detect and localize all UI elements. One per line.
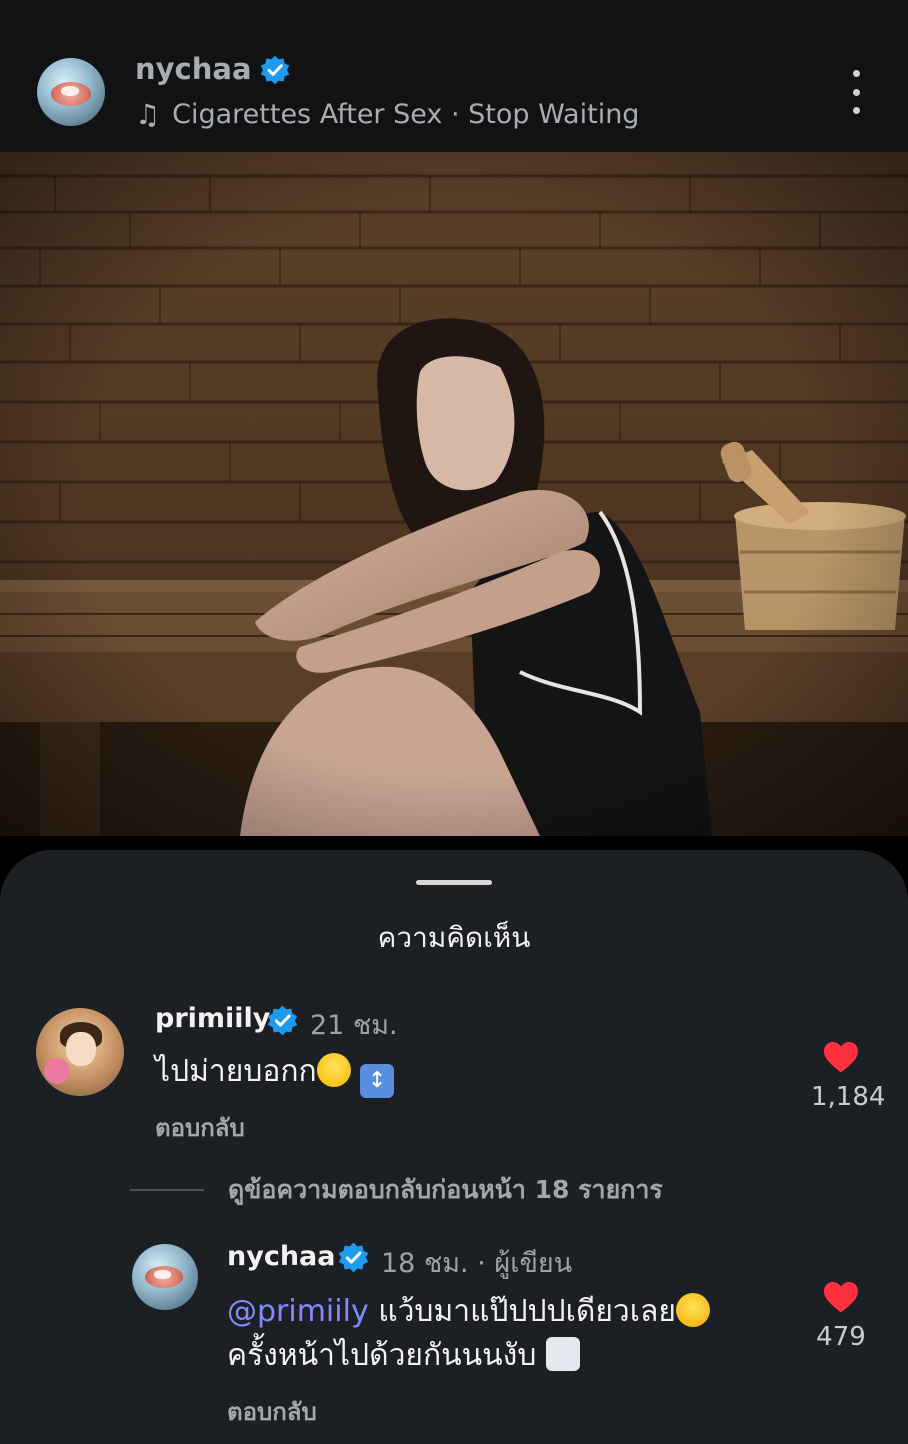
- commenter-avatar[interactable]: [36, 1008, 124, 1096]
- verified-badge-icon: [338, 1242, 369, 1273]
- reply-text-line1: แว้บมาแป๊ปปปเดียวเลย: [378, 1294, 676, 1329]
- post-author-username[interactable]: nychaa: [135, 52, 252, 86]
- reply-author-avatar[interactable]: [132, 1244, 198, 1310]
- sauna-photo-illustration: [0, 152, 908, 836]
- post-photo[interactable]: [0, 152, 908, 836]
- comment-timestamp: 21 ชม.: [310, 1010, 398, 1041]
- verified-badge-icon: [260, 55, 290, 85]
- reply-meta: 18 ชม. · ผู้เขียน: [381, 1248, 573, 1279]
- reply-button[interactable]: ตอบกลับ: [227, 1392, 317, 1431]
- heart-filled-icon: [824, 1041, 858, 1073]
- comment-text-body: ไปม่ายบอกก: [155, 1054, 317, 1089]
- more-vertical-icon: [852, 70, 860, 77]
- heart-filled-icon: [824, 1281, 858, 1313]
- comment-username[interactable]: primiily: [155, 1003, 270, 1034]
- view-previous-replies[interactable]: ดูข้อความตอบกลับก่อนหน้า 18 รายการ: [130, 1170, 663, 1210]
- more-options-button[interactable]: [846, 70, 866, 114]
- mention-link[interactable]: @primiily: [227, 1294, 369, 1329]
- comments-sheet: ความคิดเห็น primiily 21 ชม. ไปม่ายบอกก ↕…: [0, 850, 908, 1444]
- reply-button[interactable]: ตอบกลับ: [155, 1108, 245, 1147]
- comment-text: ไปม่ายบอกก ↕: [155, 1050, 395, 1098]
- like-button[interactable]: 479: [811, 1280, 871, 1352]
- smile-emoji-icon: [316, 1053, 351, 1087]
- comments-title: ความคิดเห็น: [377, 921, 531, 954]
- audio-track-link[interactable]: ♫ Cigarettes After Sex · Stop Waiting: [135, 98, 639, 131]
- reply-text-line2: ครั้งหน้าไปด้วยกันนนงับ: [227, 1338, 537, 1373]
- profile-avatar[interactable]: [37, 58, 105, 126]
- like-count: 1,184: [811, 1082, 886, 1112]
- like-button[interactable]: 1,184: [811, 1040, 886, 1112]
- verified-badge-icon: [267, 1005, 298, 1036]
- author-tag: ผู้เขียน: [494, 1248, 573, 1279]
- reply-timestamp: 18 ชม.: [381, 1248, 469, 1279]
- shocked-face-emoji-icon: [675, 1293, 710, 1327]
- view-previous-replies-label: ดูข้อความตอบกลับก่อนหน้า 18 รายการ: [228, 1175, 663, 1204]
- audio-track-title: Cigarettes After Sex · Stop Waiting: [172, 99, 640, 130]
- reply-username[interactable]: nychaa: [227, 1241, 336, 1272]
- like-count: 479: [816, 1322, 866, 1352]
- reply-text: @primiily แว้บมาแป๊ปปปเดียวเลย ครั้งหน้า…: [227, 1290, 710, 1378]
- post-header: nychaa ♫ Cigarettes After Sex · Stop Wai…: [0, 0, 908, 152]
- sheet-drag-handle[interactable]: [416, 880, 492, 885]
- music-note-icon: ♫: [135, 98, 161, 131]
- person-emoji-icon: [545, 1337, 580, 1371]
- up-down-arrow-emoji-icon: ↕: [360, 1064, 395, 1098]
